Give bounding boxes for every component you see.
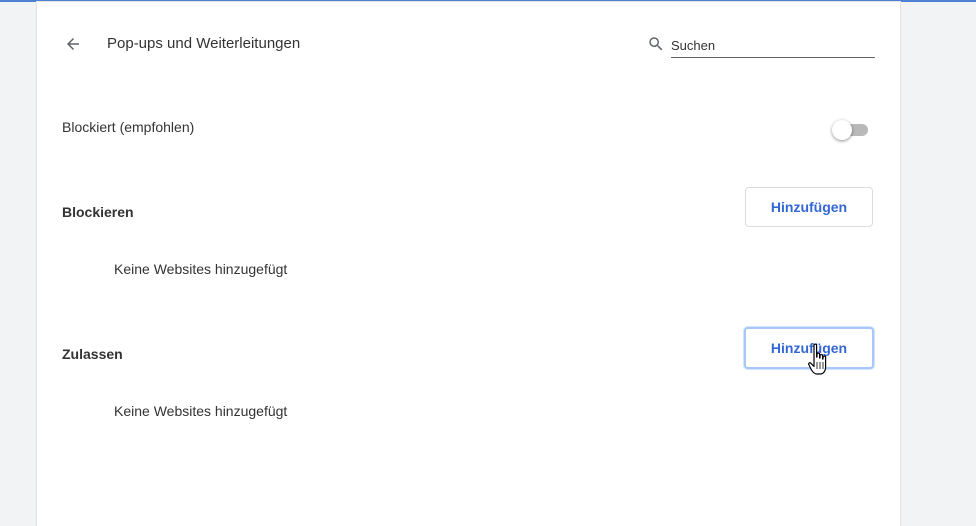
settings-card: Pop-ups und Weiterleitungen Blockiert (e…: [37, 2, 900, 526]
allow-empty-text: Keine Websites hinzugefügt: [114, 403, 288, 419]
search-input[interactable]: [671, 33, 875, 58]
blocked-setting-label: Blockiert (empfohlen): [62, 119, 195, 135]
section-title-allow: Zulassen: [62, 346, 123, 362]
toggle-knob: [832, 120, 852, 140]
search-icon: [649, 37, 663, 51]
add-allow-button[interactable]: Hinzufügen: [744, 327, 874, 369]
section-title-block: Blockieren: [62, 204, 134, 220]
add-block-button[interactable]: Hinzufügen: [745, 187, 873, 227]
search-field[interactable]: [647, 33, 875, 59]
page-title: Pop-ups und Weiterleitungen: [107, 35, 301, 52]
back-button[interactable]: [59, 30, 87, 58]
block-empty-text: Keine Websites hinzugefügt: [114, 261, 288, 277]
arrow-back-icon: [67, 38, 79, 50]
blocked-toggle[interactable]: [832, 120, 870, 140]
